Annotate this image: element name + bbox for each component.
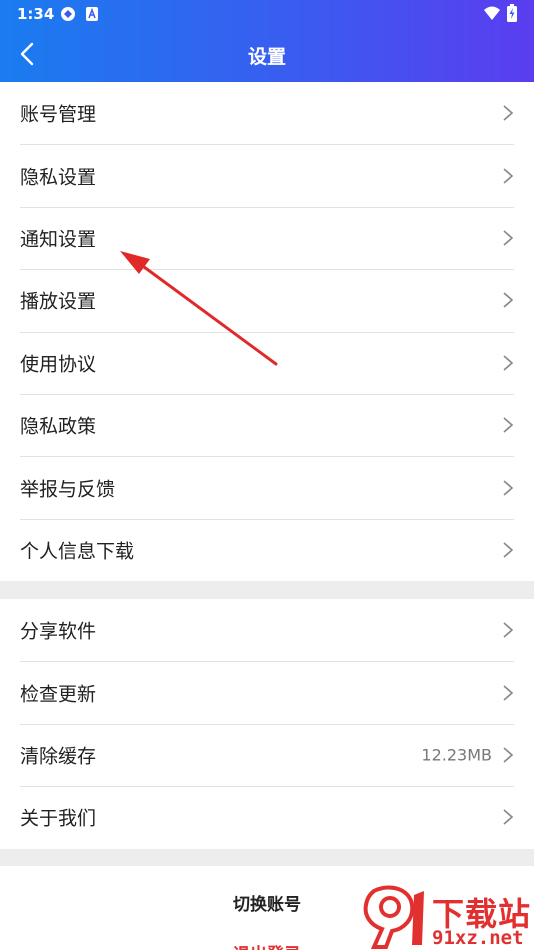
settings-item-label: 分享软件 [20,620,97,643]
wifi-icon [484,6,500,20]
chevron-right-icon [503,747,514,763]
chevron-right-icon [503,292,514,308]
settings-group-account: 账号管理 隐私设置 通知设置 播放设置 使用协议 隐私政策 举报与反馈 个人信息… [0,82,534,582]
settings-item-label: 通知设置 [20,228,97,251]
chevron-right-icon [503,809,514,825]
settings-group-app: 分享软件 检查更新 清除缓存 12.23MB 关于我们 [0,599,534,849]
settings-item-privacy-policy[interactable]: 隐私政策 [0,393,534,456]
chevron-right-icon [503,417,514,433]
settings-item-label: 关于我们 [20,807,97,830]
battery-charging-icon [507,4,517,22]
chevron-right-icon [503,542,514,558]
chevron-right-icon [503,355,514,371]
settings-item-label: 清除缓存 [20,745,97,768]
settings-item-playback-settings[interactable]: 播放设置 [0,269,534,331]
cache-size-value: 12.23MB [421,745,492,765]
chevron-right-icon [503,105,514,121]
settings-item-label: 播放设置 [20,290,97,313]
settings-item-clear-cache[interactable]: 清除缓存 12.23MB [0,723,534,786]
chevron-right-icon [503,684,514,701]
app-header: 1:34 设置 [0,0,534,82]
settings-item-about-us[interactable]: 关于我们 [0,786,534,848]
settings-item-label: 检查更新 [20,683,97,706]
chevron-right-icon [503,230,514,246]
settings-item-label: 使用协议 [20,353,97,376]
status-bar: 1:34 [0,0,534,28]
settings-item-personal-info-download[interactable]: 个人信息下载 [0,518,534,581]
sync-icon [61,7,75,21]
settings-item-label: 个人信息下载 [20,540,135,563]
settings-item-account-management[interactable]: 账号管理 [0,82,534,144]
chevron-right-icon [503,622,514,638]
settings-item-user-agreement[interactable]: 使用协议 [0,331,534,394]
site-watermark: 下载站 91xz.net [360,885,534,950]
settings-item-privacy-settings[interactable]: 隐私设置 [0,144,534,206]
settings-item-check-update[interactable]: 检查更新 [0,661,534,723]
page-title: 设置 [247,46,286,68]
settings-item-report-feedback[interactable]: 举报与反馈 [0,456,534,518]
app-notification-icon [86,7,98,21]
settings-item-notification-settings[interactable]: 通知设置 [0,206,534,269]
chevron-right-icon [503,479,514,496]
status-time: 1:34 [17,5,55,23]
watermark-url: 91xz.net [432,927,524,949]
settings-item-label: 账号管理 [20,103,97,126]
settings-item-share-app[interactable]: 分享软件 [0,599,534,661]
watermark-logo-icon [363,885,424,949]
settings-item-label: 隐私设置 [20,166,97,189]
settings-item-label: 举报与反馈 [20,478,116,501]
settings-item-label: 隐私政策 [20,415,97,438]
chevron-right-icon [503,167,514,184]
